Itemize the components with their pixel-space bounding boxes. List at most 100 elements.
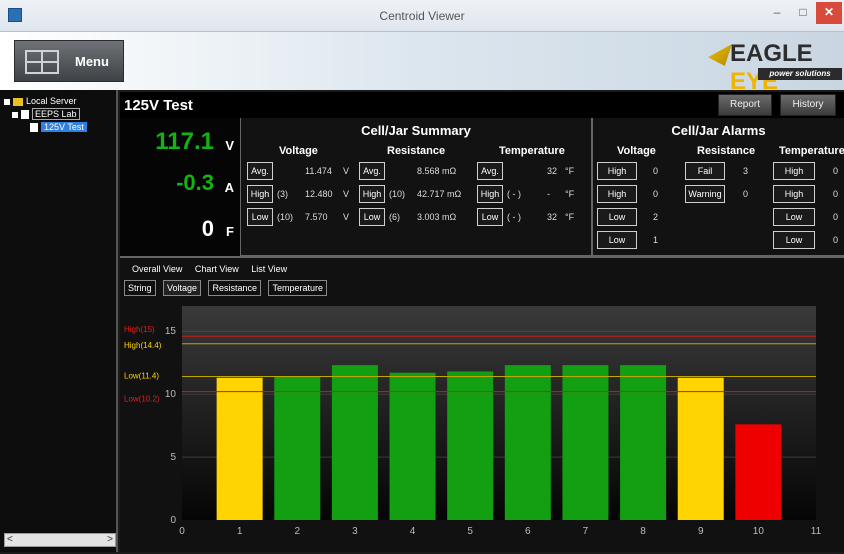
summary-resistance-label-button[interactable]: High [359, 185, 385, 203]
summary-voltage-label-button[interactable]: Avg. [247, 162, 273, 180]
alarm-voltage-button[interactable]: Low [597, 208, 637, 226]
y-tick-label: 15 [165, 326, 177, 337]
limit-label: Low(11.4) [124, 371, 159, 380]
summary-resistance-header: Resistance [387, 145, 446, 157]
tree-label-test: 125V Test [41, 122, 87, 132]
cell-jar-summary: Cell/Jar Summary Voltage Resistance Temp… [240, 118, 592, 256]
alarm-voltage-button[interactable]: High [597, 162, 637, 180]
sidebar-horizontal-scrollbar[interactable]: < > [4, 533, 116, 547]
x-tick-label: 8 [640, 526, 646, 537]
chart-area: Overall View Chart View List View String… [120, 256, 844, 552]
summary-resistance-label-button[interactable]: Low [359, 208, 385, 226]
summary-temperature-unit: °F [565, 189, 575, 199]
eagle-eye-logo: EAGLE EYE power solutions [708, 38, 842, 95]
summary-resistance-index: (10) [389, 189, 406, 199]
summary-temperature-label-button[interactable]: Avg. [477, 162, 503, 180]
summary-temperature-value: 32 [547, 212, 558, 222]
alarm-voltage-count: 1 [653, 235, 659, 245]
collapse-icon[interactable] [12, 111, 18, 118]
y-tick-label: 10 [165, 389, 177, 400]
site-icon [21, 110, 29, 120]
alarm-resistance-count: 0 [743, 189, 749, 199]
summary-temperature-label-button[interactable]: Low [477, 208, 503, 226]
alarm-temperature-count: 0 [833, 235, 839, 245]
scroll-left-arrow[interactable]: < [7, 534, 13, 545]
report-button[interactable]: Report [718, 94, 772, 116]
eagle-wing-icon [708, 44, 732, 66]
menu-button[interactable]: Menu [14, 40, 124, 82]
alarm-resistance-count: 3 [743, 166, 749, 176]
summary-temperature-value: 32 [547, 166, 558, 176]
summary-voltage-index: (10) [277, 212, 294, 222]
string-temperature-value: 0 [201, 216, 214, 241]
summary-title: Cell/Jar Summary [361, 123, 471, 138]
cell-jar-alarms: Cell/Jar Alarms Voltage Resistance Tempe… [592, 118, 844, 256]
grid-icon [25, 50, 59, 74]
y-tick-label: 0 [170, 515, 176, 526]
alarms-temperature-header: Temperature [779, 145, 844, 157]
page-header: 125V Test Report History [120, 92, 844, 118]
alarm-temperature-count: 0 [833, 189, 839, 199]
voltage-bar [562, 365, 609, 520]
voltage-bar [447, 371, 494, 520]
history-button[interactable]: History [780, 94, 836, 116]
summary-temperature-header: Temperature [499, 145, 565, 157]
string-current-unit: A [224, 180, 234, 195]
tree-label-lab: EEPS Lab [32, 108, 80, 120]
maximize-button[interactable]: □ [790, 2, 816, 24]
x-tick-label: 2 [294, 526, 300, 537]
summary-voltage-label-button[interactable]: Low [247, 208, 273, 226]
summary-voltage-value: 12.480 [305, 189, 333, 199]
alarm-voltage-button[interactable]: Low [597, 231, 637, 249]
voltage-bar [677, 377, 724, 520]
server-icon [13, 97, 23, 106]
summary-voltage-unit: V [343, 212, 350, 222]
logo-text-eagle: EAGLE [730, 40, 813, 67]
alarm-resistance-button[interactable]: Fail [685, 162, 725, 180]
tree-item-local-server[interactable]: Local Server [4, 96, 77, 106]
voltage-bar [274, 376, 321, 520]
alarm-temperature-count: 0 [833, 212, 839, 222]
tree-item-125v-test[interactable]: 125V Test [30, 122, 87, 133]
voltage-bar [331, 365, 378, 520]
summary-voltage-value: 7.570 [305, 212, 328, 222]
voltage-bar [620, 365, 667, 520]
string-current-value: -0.3 [176, 170, 214, 195]
x-tick-label: 4 [410, 526, 416, 537]
voltage-bar [216, 377, 263, 520]
minimize-button[interactable]: – [764, 2, 790, 24]
summary-temperature-index: ( - ) [507, 212, 521, 222]
collapse-icon[interactable] [4, 98, 10, 105]
close-button[interactable]: ✕ [816, 2, 842, 24]
string-temperature-unit: F [226, 224, 234, 239]
summary-voltage-unit: V [343, 166, 350, 176]
alarm-temperature-button[interactable]: Low [773, 231, 815, 249]
limit-label: High(15) [124, 325, 155, 334]
summary-resistance-value: 42.717 mΩ [417, 189, 462, 199]
page-title: 125V Test [124, 97, 193, 114]
summary-voltage-unit: V [343, 189, 350, 199]
y-tick-label: 5 [170, 452, 176, 463]
x-tick-label: 9 [698, 526, 704, 537]
window-titlebar: Centroid Viewer – □ ✕ [0, 0, 844, 32]
alarm-voltage-button[interactable]: High [597, 185, 637, 203]
summary-resistance-index: (6) [389, 212, 400, 222]
x-tick-label: 0 [179, 526, 185, 537]
string-voltage-value: 117.1 [155, 128, 214, 155]
alarm-temperature-button[interactable]: Low [773, 208, 815, 226]
x-tick-label: 6 [525, 526, 531, 537]
tree-item-eeps-lab[interactable]: EEPS Lab [12, 108, 80, 120]
voltage-bar [735, 424, 782, 520]
summary-voltage-label-button[interactable]: High [247, 185, 273, 203]
summary-temperature-label-button[interactable]: High [477, 185, 503, 203]
scroll-right-arrow[interactable]: > [107, 534, 113, 545]
voltage-bar [504, 365, 551, 520]
summary-resistance-label-button[interactable]: Avg. [359, 162, 385, 180]
summary-temperature-index: ( - ) [507, 189, 521, 199]
alarm-temperature-button[interactable]: High [773, 162, 815, 180]
limit-label: High(14.4) [124, 341, 162, 350]
x-tick-label: 5 [467, 526, 473, 537]
alarm-resistance-button[interactable]: Warning [685, 185, 725, 203]
alarm-temperature-button[interactable]: High [773, 185, 815, 203]
alarms-title: Cell/Jar Alarms [671, 123, 766, 138]
